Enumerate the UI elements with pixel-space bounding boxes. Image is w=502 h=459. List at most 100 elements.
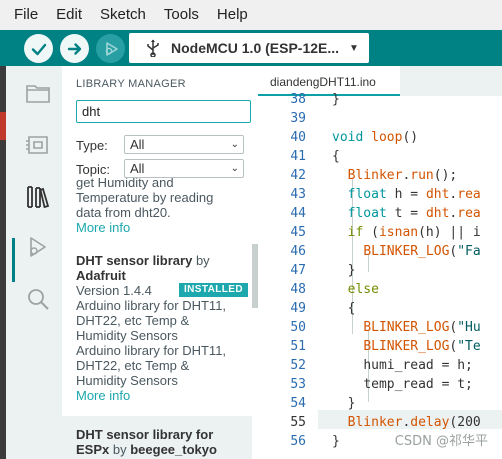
verify-button[interactable]: [24, 34, 53, 63]
type-filter-value: All: [130, 137, 145, 152]
library-author: beegee_tokyo: [130, 442, 217, 457]
code-line[interactable]: float t = dht.rea: [332, 206, 481, 221]
line-number: 51: [290, 339, 306, 354]
line-number: 45: [290, 225, 306, 240]
code-line[interactable]: else: [332, 282, 379, 297]
checkmark-icon: [31, 43, 46, 55]
toolbar: NodeMCU 1.0 (ESP-12E... ▼: [0, 30, 502, 66]
library-description: data from dht20.: [76, 205, 171, 220]
type-filter-select[interactable]: All ⌄: [124, 135, 244, 154]
library-description: get Humidity and: [76, 178, 174, 190]
line-number: 53: [290, 377, 306, 392]
library-description: DHT22, etc Temp &: [76, 313, 190, 328]
library-card[interactable]: DHT sensor library by Adafruit Version 1…: [62, 253, 252, 403]
type-filter-label: Type:: [76, 138, 108, 153]
menu-sketch[interactable]: Sketch: [89, 0, 153, 30]
code-line[interactable]: {: [332, 301, 356, 316]
line-number: 48: [290, 282, 306, 297]
menu-bar: File Edit Sketch Tools Help: [0, 0, 502, 30]
more-info-link[interactable]: More info: [76, 388, 252, 403]
upload-button[interactable]: [60, 34, 89, 63]
board-name: NodeMCU 1.0 (ESP-12E...: [171, 40, 340, 56]
board-manager-icon[interactable]: [25, 132, 51, 158]
search-icon[interactable]: [25, 286, 51, 312]
library-version-row: Version 1.4.4 INSTALLED: [76, 283, 252, 298]
line-number: 41: [290, 149, 306, 164]
menu-file[interactable]: File: [0, 0, 45, 30]
code-line[interactable]: Blinker.delay(200: [332, 415, 481, 430]
activity-sidebar: [6, 66, 62, 459]
line-number: 50: [290, 320, 306, 335]
folder-icon[interactable]: [25, 80, 51, 106]
more-info-link[interactable]: More info: [76, 220, 252, 235]
code-line[interactable]: }: [332, 263, 356, 278]
code-line[interactable]: temp_read = t;: [332, 377, 473, 392]
code-line[interactable]: BLINKER_LOG("Fa: [332, 244, 480, 259]
code-line[interactable]: if (isnan(h) || i: [332, 225, 481, 240]
library-icon[interactable]: [25, 184, 51, 210]
line-number: 44: [290, 206, 306, 221]
code-line[interactable]: float h = dht.rea: [332, 187, 481, 202]
menu-tools[interactable]: Tools: [153, 0, 206, 30]
debug-button[interactable]: [96, 34, 125, 63]
library-list: get Humidity and Temperature by reading …: [62, 178, 258, 459]
code-line[interactable]: Blinker.run();: [332, 168, 458, 183]
code-line[interactable]: BLINKER_LOG("Hu: [332, 320, 480, 335]
library-title: DHT sensor library for: [76, 427, 252, 442]
library-name: DHT sensor library: [76, 253, 193, 268]
line-number: 56: [290, 434, 306, 449]
menu-help[interactable]: Help: [206, 0, 255, 30]
library-by: by: [112, 442, 127, 457]
code-line[interactable]: humi_read = h;: [332, 358, 473, 373]
board-selector[interactable]: NodeMCU 1.0 (ESP-12E... ▼: [129, 33, 369, 63]
library-description: DHT22, etc Temp &: [76, 358, 190, 373]
topic-filter-label: Topic:: [76, 162, 110, 177]
panel-title: LIBRARY MANAGER: [76, 78, 186, 90]
library-manager-panel: LIBRARY MANAGER dht Type: All ⌄ Topic: A…: [62, 66, 259, 459]
library-description: Arduino library for DHT11,: [76, 298, 227, 313]
library-description: Temperature by reading: [76, 190, 214, 205]
code-line[interactable]: BLINKER_LOG("Te: [332, 339, 480, 354]
line-number: 42: [290, 168, 306, 183]
library-title: DHT sensor library by: [76, 253, 252, 268]
library-name-suffix: ESPx: [76, 442, 110, 457]
code-line[interactable]: {: [332, 149, 340, 164]
usb-icon: [147, 39, 159, 57]
line-number: 46: [290, 244, 306, 259]
chevron-down-icon: ▼: [349, 42, 359, 54]
line-number: 43: [290, 187, 306, 202]
line-number: 54: [290, 396, 306, 411]
chevron-down-icon: ⌄: [230, 163, 239, 174]
code-line[interactable]: }: [332, 434, 340, 449]
line-number: 49: [290, 301, 306, 316]
topic-filter-select[interactable]: All ⌄: [124, 159, 244, 178]
library-version: Version 1.4.4: [76, 283, 152, 298]
library-description: Arduino library for DHT11,: [76, 343, 227, 358]
library-card: get Humidity and Temperature by reading …: [62, 178, 252, 235]
menu-edit[interactable]: Edit: [45, 0, 89, 30]
chevron-down-icon: ⌄: [230, 139, 239, 150]
installed-badge: INSTALLED: [179, 283, 248, 297]
line-number: 55: [290, 415, 306, 430]
library-name: DHT sensor library for: [76, 427, 214, 442]
code-line[interactable]: }: [332, 396, 356, 411]
library-search-input[interactable]: dht: [76, 100, 251, 123]
code-line[interactable]: void loop(): [332, 130, 418, 145]
line-number: 38: [290, 92, 306, 107]
arrow-right-icon: [67, 42, 81, 55]
topic-filter-value: All: [130, 161, 145, 176]
line-number: 52: [290, 358, 306, 373]
library-description: Humidity Sensors: [76, 328, 178, 343]
debug-run-icon[interactable]: [25, 234, 51, 260]
line-number: 39: [290, 111, 306, 126]
line-number: 40: [290, 130, 306, 145]
active-indicator: [12, 238, 15, 282]
code-editor: diandengDHT11.ino 38 39 40 41 42 43 44 45 46 47 48…: [258, 66, 502, 459]
library-card[interactable]: DHT sensor library for ESPx by beegee_to…: [62, 427, 252, 457]
library-title-line2: ESPx by beegee_tokyo: [76, 442, 252, 457]
code-line[interactable]: }: [332, 92, 340, 107]
library-by: by: [195, 253, 210, 268]
debug-icon: [105, 41, 118, 56]
library-description: Humidity Sensors: [76, 373, 178, 388]
watermark: CSDN @祁华平: [394, 434, 488, 449]
